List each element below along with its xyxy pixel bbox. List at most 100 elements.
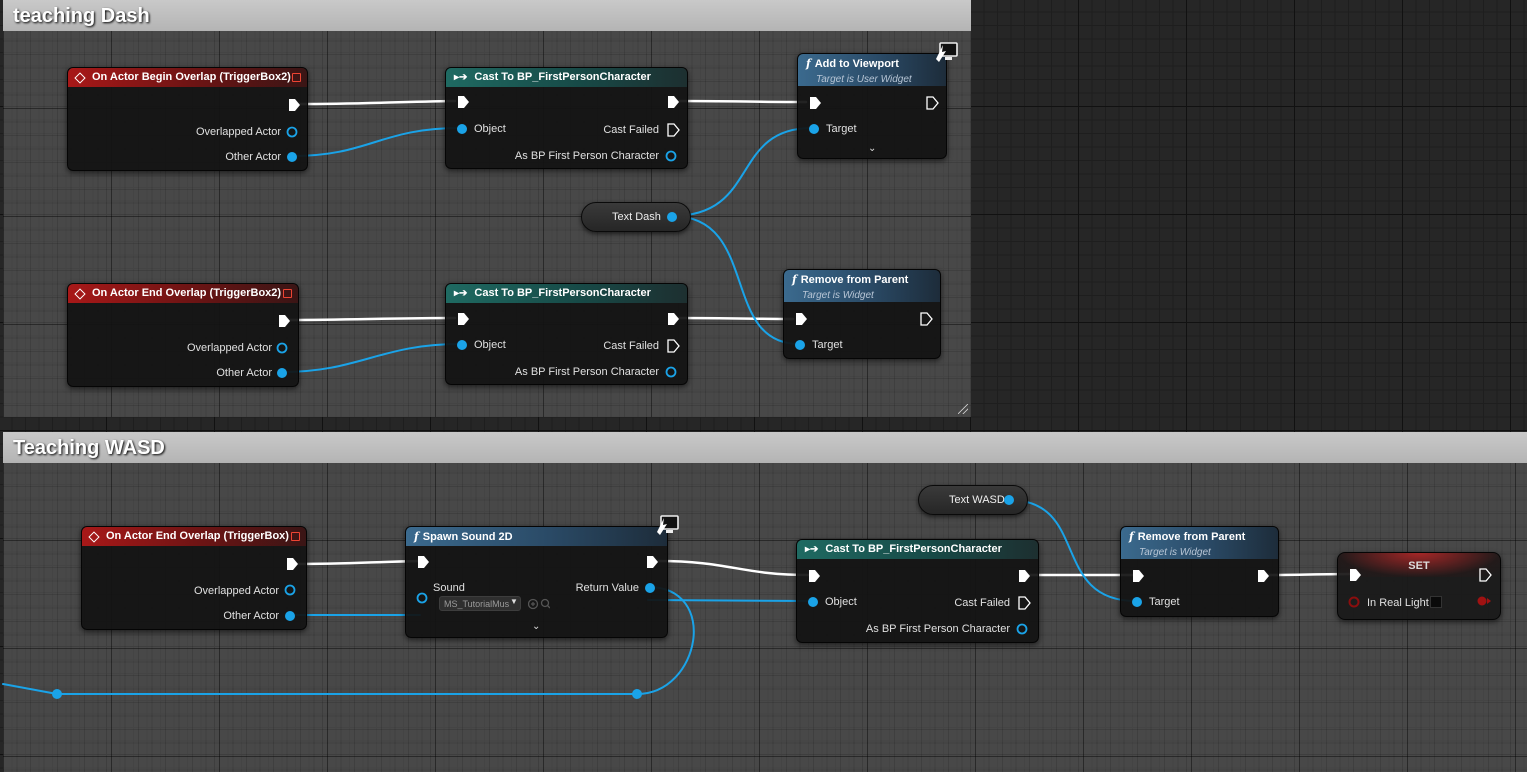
pin-label: Cast Failed: [603, 124, 659, 136]
cast-node-1[interactable]: ▸➔ Cast To BP_FirstPersonCharacter Objec…: [445, 67, 688, 169]
exec-out-pin-icon[interactable]: [285, 557, 307, 575]
exec-in-pin-icon[interactable]: [456, 95, 478, 113]
text-dash-variable[interactable]: Text Dash: [581, 202, 691, 232]
pin-label: Cast Failed: [954, 597, 1010, 609]
object-pin-icon[interactable]: [286, 151, 308, 169]
remove-from-parent-node-wasd[interactable]: f Remove from Parent Target is Widget Tar…: [1120, 526, 1279, 617]
object-pin-hollow-icon[interactable]: [665, 366, 687, 384]
event-icon: [74, 71, 86, 84]
resize-grip[interactable]: [958, 404, 968, 414]
pin-label: Other Actor: [225, 151, 281, 163]
object-pin-icon[interactable]: [1003, 494, 1016, 507]
set-in-real-light-node[interactable]: SET In Real Light: [1337, 552, 1501, 620]
node-header[interactable]: f Remove from Parent Target is Widget: [784, 270, 940, 302]
exec-in-pin-icon[interactable]: [794, 312, 816, 330]
exec-out-pin-icon[interactable]: [277, 314, 299, 332]
client-only-monitor-icon: [936, 42, 958, 62]
exec-in-pin-icon[interactable]: [416, 555, 438, 573]
exec-out-hollow-pin-icon[interactable]: [919, 312, 941, 330]
variable-label: Text WASD: [949, 494, 1005, 506]
node-title: Cast To BP_FirstPersonCharacter: [474, 287, 651, 299]
exec-out-pin-icon[interactable]: [645, 555, 667, 573]
pin-label: Overlapped Actor: [196, 126, 281, 138]
node-header[interactable]: f Add to Viewport Target is User Widget: [798, 54, 946, 86]
node-header[interactable]: ▸➔ Cast To BP_FirstPersonCharacter: [446, 284, 687, 303]
comment-title[interactable]: Teaching WASD: [3, 432, 1527, 463]
client-only-monitor-icon: [657, 515, 679, 535]
remove-from-parent-node-dash[interactable]: f Remove from Parent Target is Widget Tar…: [783, 269, 941, 359]
event-end-overlap-wasd-node[interactable]: On Actor End Overlap (TriggerBox) Overla…: [81, 526, 307, 630]
delegate-pin-icon[interactable]: [292, 73, 301, 82]
exec-out-hollow-pin-icon[interactable]: [1478, 568, 1500, 586]
text-wasd-variable[interactable]: Text WASD: [918, 485, 1028, 515]
add-to-viewport-node[interactable]: f Add to Viewport Target is User Widget T…: [797, 53, 947, 159]
variable-label: Text Dash: [612, 211, 661, 223]
node-title: On Actor End Overlap (TriggerBox): [106, 530, 289, 542]
pin-label: Target: [1149, 596, 1180, 608]
node-subtitle: Target is Widget: [1139, 547, 1211, 558]
node-header[interactable]: On Actor Begin Overlap (TriggerBox2): [68, 68, 307, 87]
function-icon: f: [806, 57, 811, 70]
node-title: Cast To BP_FirstPersonCharacter: [474, 71, 651, 83]
chevron-down-icon[interactable]: ⌄: [532, 621, 540, 632]
dropdown-value: MS_TutorialMus: [444, 599, 510, 609]
exec-out-hollow-pin-icon[interactable]: [925, 96, 947, 114]
event-end-overlap-node[interactable]: On Actor End Overlap (TriggerBox2) Overl…: [67, 283, 299, 387]
exec-in-pin-icon[interactable]: [1348, 568, 1370, 586]
exec-out-hollow-pin-icon[interactable]: [666, 123, 688, 141]
sound-asset-dropdown[interactable]: MS_TutorialMus: [439, 596, 521, 611]
chevron-down-icon[interactable]: ⌄: [868, 143, 876, 154]
object-pin-hollow-icon[interactable]: [284, 584, 306, 602]
pin-label: Object: [825, 596, 857, 608]
spawn-sound-2d-node[interactable]: f Spawn Sound 2D Sound MS_TutorialMus ▼ R…: [405, 526, 668, 638]
node-header[interactable]: On Actor End Overlap (TriggerBox2): [68, 284, 298, 303]
object-pin-hollow-icon[interactable]: [416, 592, 438, 610]
delegate-pin-icon[interactable]: [291, 532, 300, 541]
comment-title[interactable]: teaching Dash: [3, 0, 971, 31]
exec-in-pin-icon[interactable]: [456, 312, 478, 330]
object-pin-icon[interactable]: [284, 610, 306, 628]
node-header[interactable]: On Actor End Overlap (TriggerBox): [82, 527, 306, 546]
exec-out-hollow-pin-icon[interactable]: [666, 339, 688, 357]
node-header[interactable]: ▸➔ Cast To BP_FirstPersonCharacter: [797, 540, 1038, 559]
object-pin-hollow-icon[interactable]: [1016, 623, 1038, 641]
cast-icon: ▸➔: [454, 72, 468, 83]
exec-in-pin-icon[interactable]: [1131, 569, 1153, 587]
node-header[interactable]: ▸➔ Cast To BP_FirstPersonCharacter: [446, 68, 687, 87]
pin-label: As BP First Person Character: [865, 623, 1010, 635]
node-subtitle: Target is Widget: [802, 290, 874, 301]
chevron-down-icon[interactable]: ▼: [510, 597, 518, 606]
node-subtitle: Target is User Widget: [816, 74, 912, 85]
event-begin-overlap-node[interactable]: On Actor Begin Overlap (TriggerBox2) Ove…: [67, 67, 308, 171]
exec-out-pin-icon[interactable]: [1256, 569, 1278, 587]
cast-node-wasd[interactable]: ▸➔ Cast To BP_FirstPersonCharacter Objec…: [796, 539, 1039, 643]
cast-icon: ▸➔: [454, 288, 468, 299]
delegate-pin-icon[interactable]: [283, 289, 292, 298]
object-pin-hollow-icon[interactable]: [276, 342, 298, 360]
exec-out-pin-icon[interactable]: [287, 98, 309, 116]
node-header[interactable]: f Spawn Sound 2D: [406, 527, 667, 546]
node-title: On Actor End Overlap (TriggerBox2): [92, 287, 282, 299]
checkbox[interactable]: [1430, 596, 1442, 608]
boolean-out-pin-icon[interactable]: [1476, 595, 1498, 613]
exec-out-pin-icon[interactable]: [666, 312, 688, 330]
exec-out-hollow-pin-icon[interactable]: [1017, 596, 1039, 614]
exec-in-pin-icon[interactable]: [808, 96, 830, 114]
node-title: Cast To BP_FirstPersonCharacter: [825, 543, 1002, 555]
exec-out-pin-icon[interactable]: [1017, 569, 1039, 587]
cast-node-2[interactable]: ▸➔ Cast To BP_FirstPersonCharacter Objec…: [445, 283, 688, 385]
browse-asset-icon[interactable]: [528, 598, 550, 616]
object-pin-icon[interactable]: [666, 211, 679, 224]
pin-label: Overlapped Actor: [194, 585, 279, 597]
node-header[interactable]: f Remove from Parent Target is Widget: [1121, 527, 1278, 559]
object-pin-hollow-icon[interactable]: [665, 150, 687, 168]
object-pin-hollow-icon[interactable]: [286, 126, 308, 144]
pin-label: Other Actor: [216, 367, 272, 379]
object-pin-icon[interactable]: [644, 582, 666, 600]
exec-out-pin-icon[interactable]: [666, 95, 688, 113]
exec-in-pin-icon[interactable]: [807, 569, 829, 587]
object-pin-icon[interactable]: [276, 367, 298, 385]
event-icon: [88, 530, 100, 543]
node-title: Remove from Parent: [800, 274, 909, 286]
pin-label: In Real Light: [1367, 597, 1429, 609]
